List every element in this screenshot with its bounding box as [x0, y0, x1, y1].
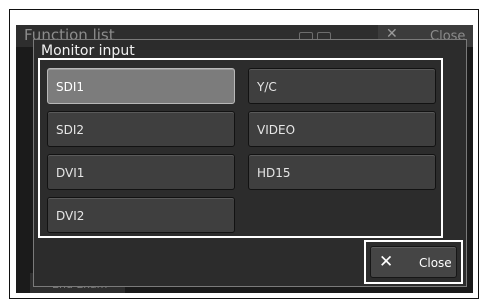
input-option-label: VIDEO	[257, 123, 296, 137]
input-option-label: HD15	[257, 166, 291, 180]
close-icon: ✕	[379, 252, 394, 272]
input-option-dvi2[interactable]: DVI2	[47, 197, 235, 233]
input-option-label: SDI1	[56, 80, 85, 94]
monitor-input-dialog: Monitor input SDI1 Y/C SDI2 VIDEO DVI1 H…	[33, 39, 467, 287]
input-option-dvi1[interactable]: DVI1	[47, 154, 235, 190]
input-option-sdi1[interactable]: SDI1	[47, 68, 235, 104]
input-option-yc[interactable]: Y/C	[248, 68, 436, 104]
input-option-label: SDI2	[56, 123, 85, 137]
input-options-panel: SDI1 Y/C SDI2 VIDEO DVI1 HD15 DVI2	[38, 58, 443, 238]
input-option-label: Y/C	[257, 80, 277, 94]
close-button[interactable]: ✕ Close	[370, 246, 457, 278]
input-option-label: DVI2	[56, 209, 85, 223]
input-option-hd15[interactable]: HD15	[248, 154, 436, 190]
input-option-video[interactable]: VIDEO	[248, 111, 436, 147]
dialog-title: Monitor input	[41, 43, 135, 59]
close-button-label: Close	[419, 256, 452, 270]
close-button-highlight: ✕ Close	[364, 240, 463, 284]
input-option-sdi2[interactable]: SDI2	[47, 111, 235, 147]
input-option-label: DVI1	[56, 166, 85, 180]
